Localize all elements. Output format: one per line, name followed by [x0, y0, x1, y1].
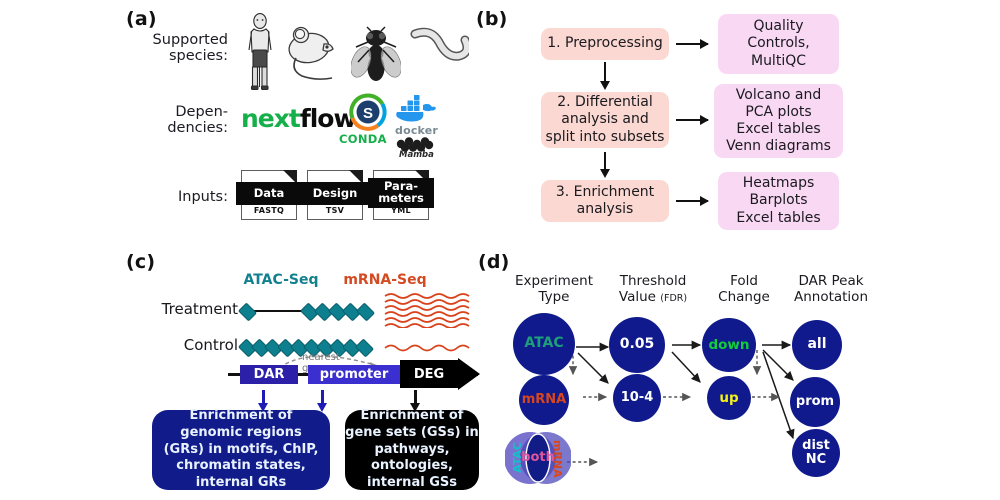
file-title-band: Data — [236, 182, 302, 205]
node-threshold-10-4: 10-4 — [613, 374, 661, 422]
dependencies-label: Depen- dencies: — [167, 104, 228, 137]
worm-icon — [410, 27, 469, 61]
output-label: Heatmaps Barplots Excel tables — [736, 175, 821, 226]
result-box-gene-sets: Enrichment of gene sets (GSs) in pathway… — [345, 407, 479, 491]
header-experiment-type: Experiment Type — [514, 273, 593, 305]
human-icon — [248, 13, 272, 90]
step-label: 2. Differential analysis and split into … — [545, 94, 665, 145]
atac-seq-title: ATAC-Seq — [243, 272, 319, 288]
output-volcano-pca: Volcano and PCA plots Excel tables Venn … — [714, 84, 843, 158]
mrna-treatment-transcripts — [384, 293, 470, 328]
step-1-preprocessing: 1. Preprocessing — [541, 28, 669, 60]
conda-label: CONDA — [339, 132, 387, 146]
panel-b-label: (b) — [476, 8, 508, 30]
mrna-seq-title: mRNA-Seq — [343, 272, 427, 288]
file-extension: YML — [391, 206, 411, 215]
panel-d-connectors — [567, 340, 795, 467]
node-mrna: mRNA — [519, 375, 569, 425]
node-threshold-005: 0.05 — [609, 317, 665, 373]
arrow-promoter-to-enrichment — [317, 390, 327, 412]
arrow-deg-to-enrichment — [410, 390, 420, 412]
gene-direction-arrowhead — [458, 358, 480, 390]
node-atac: ATAC — [513, 313, 575, 375]
nextflow-logo: nextflow — [241, 104, 357, 133]
file-extension: TSV — [325, 206, 345, 215]
header-dar-peak-annotation: DAR Peak Annotation — [793, 273, 869, 305]
output-heatmaps: Heatmaps Barplots Excel tables — [718, 172, 839, 230]
fly-icon — [351, 26, 401, 81]
conda-icon: S — [349, 93, 387, 131]
panel-d-label: (d) — [478, 251, 510, 273]
svg-text:S: S — [363, 105, 373, 122]
file-title-band: Para- meters — [368, 178, 434, 208]
segment-deg: DEG — [400, 360, 458, 388]
treatment-row-label: Treatment — [161, 300, 238, 318]
arrow-step1-to-output1 — [676, 39, 709, 49]
docker-icon — [396, 95, 436, 122]
panel-a-label: (a) — [126, 8, 157, 30]
node-fold-change-up: up — [707, 376, 751, 420]
atac-peak — [355, 302, 376, 322]
node-both-venn: ATAC mRNA both — [504, 428, 572, 488]
arrow-step1-to-step2 — [600, 62, 610, 90]
node-annotation-prom: prom — [790, 377, 840, 427]
step-label: 1. Preprocessing — [547, 35, 663, 52]
file-extension: FASTQ — [253, 206, 285, 215]
arrow-step2-to-output2 — [676, 115, 709, 125]
result-box-genomic-regions: Enrichment of genomic regions (GRs) in m… — [152, 407, 330, 491]
input-file-parameters: Para- meters YML — [368, 170, 434, 220]
header-threshold-value: Threshold Value (FDR) — [618, 273, 688, 305]
segment-promoter: promoter — [308, 365, 400, 384]
arrow-dar-to-enrichment — [258, 390, 268, 412]
venn-label-both: both — [521, 450, 555, 465]
atac-peak — [237, 302, 258, 322]
supported-species-label: Supported species: — [152, 32, 228, 65]
node-annotation-all: all — [792, 320, 842, 370]
output-quality-controls: Quality Controls, MultiQC — [718, 14, 839, 74]
output-label: Quality Controls, MultiQC — [747, 18, 810, 69]
file-title-band: Design — [302, 182, 368, 205]
arrow-step2-to-step3 — [600, 152, 610, 178]
node-fold-change-down: down — [702, 318, 756, 372]
step-3-enrichment-analysis: 3. Enrichment analysis — [541, 180, 669, 222]
step-label: 3. Enrichment analysis — [555, 183, 655, 217]
node-annotation-dist-nc: dist NC — [792, 429, 840, 477]
panel-c-label: (c) — [126, 251, 156, 273]
step-2-differential-analysis: 2. Differential analysis and split into … — [541, 92, 669, 148]
mamba-label: Mamba — [399, 150, 434, 160]
arrow-step3-to-output3 — [676, 196, 709, 206]
output-label: Volcano and PCA plots Excel tables Venn … — [726, 86, 831, 155]
species-icons — [243, 12, 469, 90]
result-box-label: Enrichment of genomic regions (GRs) in m… — [163, 407, 319, 491]
input-file-data: Data FASTQ — [236, 170, 302, 220]
input-file-design: Design TSV — [302, 170, 368, 220]
result-box-label: Enrichment of gene sets (GSs) in pathway… — [345, 407, 479, 491]
inputs-label: Inputs: — [178, 189, 228, 205]
segment-dar: DAR — [240, 365, 298, 384]
mouse-icon — [288, 26, 334, 80]
control-row-label: Control — [183, 336, 238, 354]
